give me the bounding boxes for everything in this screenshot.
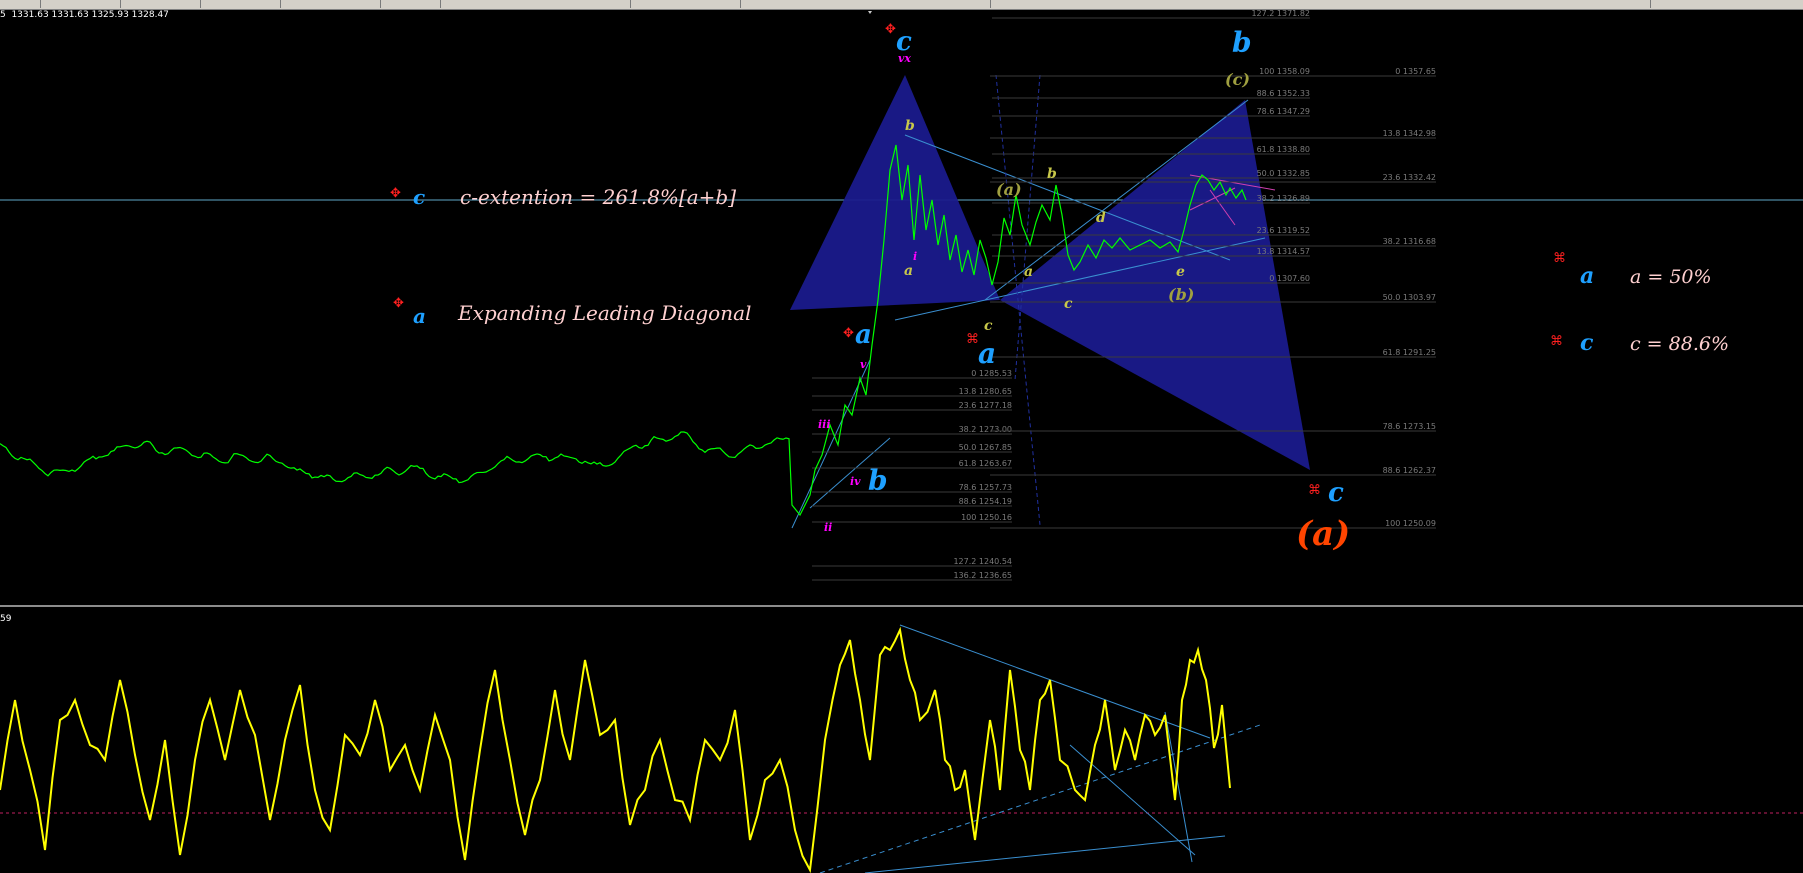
fib-level-label: 0 1357.65 — [1395, 67, 1436, 76]
wave-label-a-low: a — [978, 337, 996, 370]
fib-level-label: 100 1250.16 — [961, 513, 1012, 522]
wave-label-b-top: b — [1232, 26, 1252, 59]
fib-level-label: 13.8 1342.98 — [1383, 129, 1436, 138]
pattern-triangle-right[interactable] — [1000, 100, 1310, 470]
right-c-text: c = 88.6% — [1630, 333, 1729, 355]
osc-trend-line[interactable] — [865, 836, 1225, 873]
fib-level-label: 50.0 1332.85 — [1257, 169, 1310, 178]
fib-level-label: 38.2 1326.89 — [1257, 194, 1310, 203]
fib-level-label: 100 1250.09 — [1385, 519, 1436, 528]
right-c-tag: c — [1580, 330, 1594, 356]
fib-level-label: 127.2 1240.54 — [953, 557, 1012, 566]
right-a-text: a = 50% — [1630, 266, 1712, 288]
indicator-title: 59 — [0, 614, 11, 624]
c-extension-text: c-extention = 261.8%[a+b] — [460, 185, 736, 209]
fib-level-label: 50.0 1303.97 — [1383, 293, 1436, 302]
fib-level-label: 23.6 1277.18 — [959, 401, 1012, 410]
fib-level-label: 61.8 1291.25 — [1383, 348, 1436, 357]
fib-level-label: 136.2 1236.65 — [953, 571, 1012, 580]
leading-diagonal-tag: a — [413, 304, 426, 328]
pattern-triangle-left[interactable] — [790, 75, 1000, 310]
wave-label-roman-iii: iii — [818, 418, 831, 431]
wave-label-roman-v: v — [860, 358, 867, 371]
fib-level-label: 13.8 1280.65 — [959, 387, 1012, 396]
fib-level-label: 23.6 1319.52 — [1257, 226, 1310, 235]
fib-level-label: 61.8 1263.67 — [959, 459, 1012, 468]
shift-marker-icon[interactable] — [868, 11, 872, 14]
fib-level-label: 38.2 1273.00 — [959, 425, 1012, 434]
fib-level-label: 0 1307.60 — [1269, 274, 1310, 283]
wave-label-b-low: b — [868, 464, 888, 497]
fib-level-label: 78.6 1347.29 — [1257, 107, 1310, 116]
fib-level-label: 88.6 1352.33 — [1257, 89, 1310, 98]
wave-label-sub-c-left: c — [984, 318, 993, 334]
wave-label-c-bottom: c — [1328, 478, 1344, 508]
oscillator-series — [0, 630, 1230, 870]
marker-command-icon: ⌘ — [1308, 483, 1321, 498]
fib-level-label: 78.6 1273.15 — [1383, 422, 1436, 431]
c-extension-tag: c — [413, 185, 425, 209]
marker-diamond-icon: ✥ — [393, 296, 404, 311]
fib-level-label: 100 1358.09 — [1259, 67, 1310, 76]
fib-level-label: 127.2 1371.82 — [1251, 9, 1310, 18]
marker-command-icon: ⌘ — [1550, 334, 1563, 349]
osc-trend-line[interactable] — [1165, 712, 1192, 862]
marker-diamond-icon: ✥ — [390, 186, 401, 201]
wave-label-a-mid: a — [855, 320, 872, 350]
marker-command-icon: ⌘ — [1553, 251, 1566, 266]
marker-diamond-icon: ✥ — [843, 326, 854, 341]
wave-label-paren-b: (b) — [1168, 285, 1194, 304]
wave-label-sub-d: d — [1096, 210, 1106, 226]
wave-label-roman-ii: ii — [824, 521, 832, 534]
marker-diamond-icon: ✥ — [885, 22, 896, 37]
fib-level-label: 61.8 1338.80 — [1257, 145, 1310, 154]
wave-label-roman-iv: iv — [850, 475, 861, 488]
fib-level-label: 0 1285.53 — [971, 369, 1012, 378]
fib-level-label: 88.6 1262.37 — [1383, 466, 1436, 475]
fib-left-grid[interactable]: 0 1285.53 13.8 1280.65 23.6 1277.18 38.2 12… — [812, 369, 1012, 580]
osc-dashed-line[interactable] — [820, 725, 1260, 873]
price-chart[interactable]: 0 1285.53 13.8 1280.65 23.6 1277.18 38.2 12… — [0, 0, 1803, 873]
fib-level-label: 13.8 1314.57 — [1257, 247, 1310, 256]
wave-label-paren-c: (c) — [1225, 70, 1250, 89]
ohlc-readout: 5 1331.63 1331.63 1325.93 1328.47 — [0, 10, 169, 20]
wave-label-sub-b-left: b — [905, 118, 915, 134]
vertical-channel-line[interactable] — [1015, 75, 1040, 380]
wave-label-paren-a: (a) — [996, 180, 1022, 199]
fib-level-label: 38.2 1316.68 — [1383, 237, 1436, 246]
fib-level-label: 50.0 1267.85 — [959, 443, 1012, 452]
wave-label-sub-a-left: a — [904, 263, 913, 279]
fib-level-label: 78.6 1257.73 — [959, 483, 1012, 492]
fib-level-label: 23.6 1332.42 — [1383, 173, 1436, 182]
wave-label-sub-b: b — [1047, 166, 1057, 182]
wave-label-sub-c: c — [1064, 296, 1073, 312]
wave-label-roman-vx: vx — [898, 52, 911, 65]
right-a-tag: a — [1580, 263, 1594, 289]
wave-label-sub-a: a — [1024, 264, 1033, 280]
leading-diagonal-text: Expanding Leading Diagonal — [457, 301, 751, 325]
fib-level-label: 88.6 1254.19 — [959, 497, 1012, 506]
osc-trend-line[interactable] — [1070, 745, 1195, 855]
wave-label-sub-e: e — [1176, 264, 1185, 280]
wave-label-roman-i: i — [913, 250, 917, 263]
wave-label-big-a: (a) — [1296, 514, 1350, 554]
